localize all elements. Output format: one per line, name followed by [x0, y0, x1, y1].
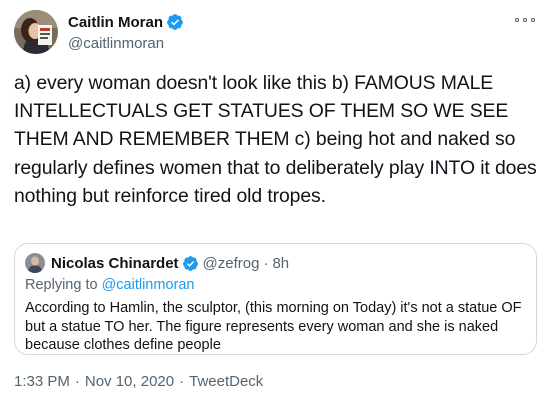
- quoted-author-name: Nicolas Chinardet: [51, 254, 179, 272]
- quoted-tweet-text: According to Hamlin, the sculptor, (this…: [25, 300, 522, 353]
- quoted-author-handle: @zefrog: [202, 254, 260, 272]
- quoted-tweet-card[interactable]: Nicolas Chinardet @zefrog · 8h Replying …: [14, 243, 537, 355]
- quoted-tweet-header: Nicolas Chinardet @zefrog · 8h: [25, 253, 289, 273]
- author-block: Caitlin Moran @caitlinmoran: [68, 12, 184, 53]
- dot: [531, 18, 535, 22]
- dot: [523, 18, 527, 22]
- author-name[interactable]: Caitlin Moran: [68, 14, 163, 31]
- verified-badge-icon: [182, 255, 198, 271]
- quoted-separator: ·: [263, 254, 269, 272]
- author-name-row: Caitlin Moran: [68, 12, 184, 32]
- meta-separator: ·: [74, 373, 80, 390]
- replying-to-prefix: Replying to: [25, 277, 98, 293]
- tweet-client[interactable]: TweetDeck: [189, 373, 263, 390]
- verified-badge-icon: [167, 14, 183, 30]
- more-options-icon[interactable]: [515, 13, 535, 27]
- tweet-metadata: 1:33 PM · Nov 10, 2020 · TweetDeck: [14, 373, 263, 390]
- profile-photo-icon: [25, 253, 45, 273]
- profile-photo-icon: [14, 10, 58, 54]
- quoted-author-avatar: [25, 253, 45, 273]
- tweet-date[interactable]: Nov 10, 2020: [85, 373, 174, 390]
- replying-to-line: Replying to @caitlinmoran: [25, 277, 194, 293]
- author-handle[interactable]: @caitlinmoran: [68, 35, 184, 53]
- tweet-time[interactable]: 1:33 PM: [14, 373, 70, 390]
- replying-to-mention[interactable]: @caitlinmoran: [102, 277, 195, 293]
- meta-separator: ·: [179, 373, 185, 390]
- tweet-text: a) every woman doesn't look like this b)…: [14, 72, 537, 207]
- quoted-timestamp: 8h: [272, 254, 290, 272]
- dot: [515, 18, 519, 22]
- author-avatar[interactable]: [14, 10, 58, 54]
